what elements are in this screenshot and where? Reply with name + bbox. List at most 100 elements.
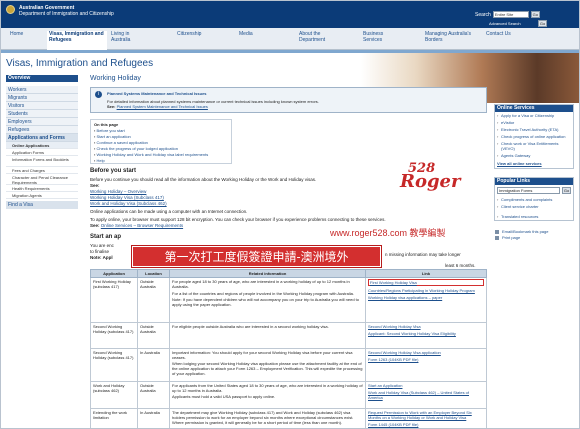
- notice-title: Planned Systems Maintenance and Technica…: [107, 91, 207, 96]
- cell-loc: Outside Australia: [137, 381, 170, 409]
- online-service-link[interactable]: eVisitor: [495, 119, 573, 126]
- cell-links: Request Permission to Work with an Emplo…: [365, 408, 487, 428]
- before-see: See:: [90, 183, 100, 188]
- sidebar-item[interactable]: Workers: [6, 86, 78, 94]
- coat-of-arms-icon: [6, 5, 15, 14]
- popular-go-button[interactable]: Go: [562, 187, 571, 194]
- sidebar-overview[interactable]: Overview: [6, 75, 78, 82]
- table-link[interactable]: Form 1263 (104KB PDF file): [368, 357, 484, 362]
- col-location: Location: [137, 269, 170, 278]
- notice-see: See:: [107, 104, 116, 109]
- cell-info: For eligible people outside Australia wh…: [169, 322, 366, 349]
- cell-links: Second Working Holiday Visa Applicant: S…: [365, 322, 487, 349]
- online-services-panel: Online Services Apply for a Visa or Citi…: [494, 104, 574, 169]
- search-scope-select[interactable]: Entire Site: [492, 11, 529, 18]
- table-link[interactable]: Start an Application: [368, 383, 484, 388]
- table-link[interactable]: Form 1445 (104KB PDF file): [368, 422, 484, 427]
- main-nav: Home Visas, Immigration and Refugees Liv…: [1, 28, 579, 50]
- cell-loc: Outside Australia: [137, 277, 170, 323]
- nav-citizenship[interactable]: Citizenship: [177, 31, 201, 37]
- sidebar-subitem[interactable]: Health Requirements: [6, 185, 78, 192]
- first-working-holiday-link[interactable]: First Working Holiday Visa: [368, 279, 484, 286]
- right-column: Online Services Apply for a Visa or Citi…: [494, 104, 574, 241]
- sidebar-item[interactable]: Migrants: [6, 94, 78, 102]
- browser-link[interactable]: Online Services – Browser Requirements: [101, 223, 183, 228]
- table-link[interactable]: Request Permission to Work with an Emplo…: [368, 410, 484, 420]
- cell-info-text: For a list of the countries and regions …: [172, 291, 355, 296]
- view-all-online-services[interactable]: View all online services: [495, 159, 573, 168]
- applications-table: Application Location Related information…: [90, 269, 487, 428]
- site-header: Australian Government Department of Immi…: [1, 1, 579, 28]
- logo-word: Roger: [400, 171, 461, 192]
- popular-link[interactable]: Client service charter: [495, 203, 573, 210]
- notice-link[interactable]: Planned System Maintenance and Technical…: [117, 104, 208, 109]
- sidebar-item-apps-forms[interactable]: Applications and Forms: [6, 134, 78, 142]
- print-page-link[interactable]: Print page: [494, 235, 574, 241]
- sidebar-item[interactable]: Visitors: [6, 102, 78, 110]
- cell-app: Extending the work limitation: [90, 408, 138, 428]
- nav-living[interactable]: Living in Australia: [111, 31, 139, 43]
- left-sidebar: Overview Workers Migrants Visitors Stude…: [6, 75, 78, 209]
- online-service-link[interactable]: Check progress of online application: [495, 133, 573, 140]
- onpage-title: On this page: [94, 122, 119, 127]
- sidebar-subitem[interactable]: Information Forms and Booklets: [6, 156, 78, 167]
- onpage-link[interactable]: Working Holiday and Work and Holiday vis…: [94, 152, 228, 158]
- sidebar-subitem[interactable]: Character and Penal Clearance Requiremen…: [6, 174, 78, 185]
- start-note: Note: Appl: [90, 255, 113, 260]
- maintenance-notice: i Planned Systems Maintenance and Techni…: [90, 87, 487, 113]
- sidebar-subitem[interactable]: Migration Agents: [6, 192, 78, 199]
- cell-info-text: For applicants from the United States ag…: [172, 383, 363, 393]
- advanced-search-link[interactable]: Advanced Search: [489, 21, 521, 26]
- cell-info: For applicants from the United States ag…: [169, 381, 366, 409]
- onpage-link[interactable]: Help: [94, 158, 228, 164]
- online-service-link[interactable]: Agents Gateway: [495, 152, 573, 159]
- table-link[interactable]: Working Holiday visa applications – pape…: [368, 295, 484, 300]
- nav-visas[interactable]: Visas, Immigration and Refugees: [47, 31, 107, 50]
- table-row: Second Working Holiday (subclass 417) In…: [90, 348, 487, 382]
- cell-app: Second Working Holiday (subclass 417): [90, 348, 138, 382]
- sidebar-subitem[interactable]: Fees and Charges: [6, 167, 78, 174]
- col-application: Application: [90, 269, 138, 278]
- table-link[interactable]: Countries/Regions Participating in Worki…: [368, 288, 484, 293]
- table-row: Work and Holiday (subclass 462) Outside …: [90, 381, 487, 409]
- table-link[interactable]: Second Working Holiday Visa application: [368, 350, 484, 355]
- cell-loc: Outside Australia: [137, 322, 170, 349]
- nav-business[interactable]: Business Services: [363, 31, 397, 43]
- sidebar-subitem[interactable]: Application Forms: [6, 149, 78, 156]
- col-link: Link: [365, 269, 487, 278]
- table-link[interactable]: Work and Holiday Visa (Subclass 462) – U…: [368, 390, 484, 400]
- online-service-link[interactable]: Electronic Travel Authority (ETA): [495, 126, 573, 133]
- sidebar-item[interactable]: Students: [6, 110, 78, 118]
- popular-select-row: Immigration Forms Go: [495, 185, 573, 196]
- cell-info-text: Applicants must hold a valid USA passpor…: [172, 394, 276, 399]
- popular-links-select[interactable]: Immigration Forms: [497, 187, 560, 194]
- translated-resources-link[interactable]: Translated resources: [495, 213, 573, 220]
- nav-borders[interactable]: Managing Australia's Borders: [425, 31, 475, 43]
- nav-contact[interactable]: Contact Us: [486, 31, 511, 37]
- sidebar-item[interactable]: Employers: [6, 118, 78, 126]
- info-icon: i: [95, 91, 102, 98]
- nav-about[interactable]: About the Department: [299, 31, 339, 43]
- online-service-link[interactable]: Check work or Visa Entitlements (VEVO): [495, 140, 573, 152]
- start-missing: n missing information may take longer: [385, 252, 461, 257]
- cell-links: Second Working Holiday Visa application …: [365, 348, 487, 382]
- online-service-link[interactable]: Apply for a Visa or Citizenship: [495, 112, 573, 119]
- page-frame: Australian Government Department of Immi…: [0, 0, 580, 429]
- sidebar-subitem[interactable]: Online Applications: [6, 142, 78, 149]
- table-link[interactable]: Applicant: Second Working Holiday Visa E…: [368, 331, 484, 336]
- cell-loc: In Australia: [137, 348, 170, 382]
- table-link[interactable]: Second Working Holiday Visa: [368, 324, 484, 329]
- sidebar-find-visa[interactable]: Find a Visa: [6, 201, 78, 209]
- table-row: Extending the work limitation In Austral…: [90, 408, 487, 428]
- nav-media[interactable]: Media: [239, 31, 253, 37]
- gov-line2: Department of Immigration and Citizenshi…: [19, 11, 114, 17]
- search-go-button[interactable]: Go: [530, 11, 540, 18]
- nav-home[interactable]: Home: [10, 31, 23, 37]
- popular-link[interactable]: Compliments and complaints: [495, 196, 573, 203]
- sidebar-item[interactable]: Refugees: [6, 126, 78, 134]
- page-title: Visas, Immigration and Refugees: [6, 58, 154, 69]
- before-link[interactable]: Work and Holiday Visa (Subclass 462): [90, 201, 487, 207]
- cell-info-text: For people aged 18 to 30 years of age, w…: [172, 279, 350, 289]
- table-row: First Working Holiday (subclass 417) Out…: [90, 277, 487, 323]
- search-go2-button[interactable]: Go: [538, 20, 547, 27]
